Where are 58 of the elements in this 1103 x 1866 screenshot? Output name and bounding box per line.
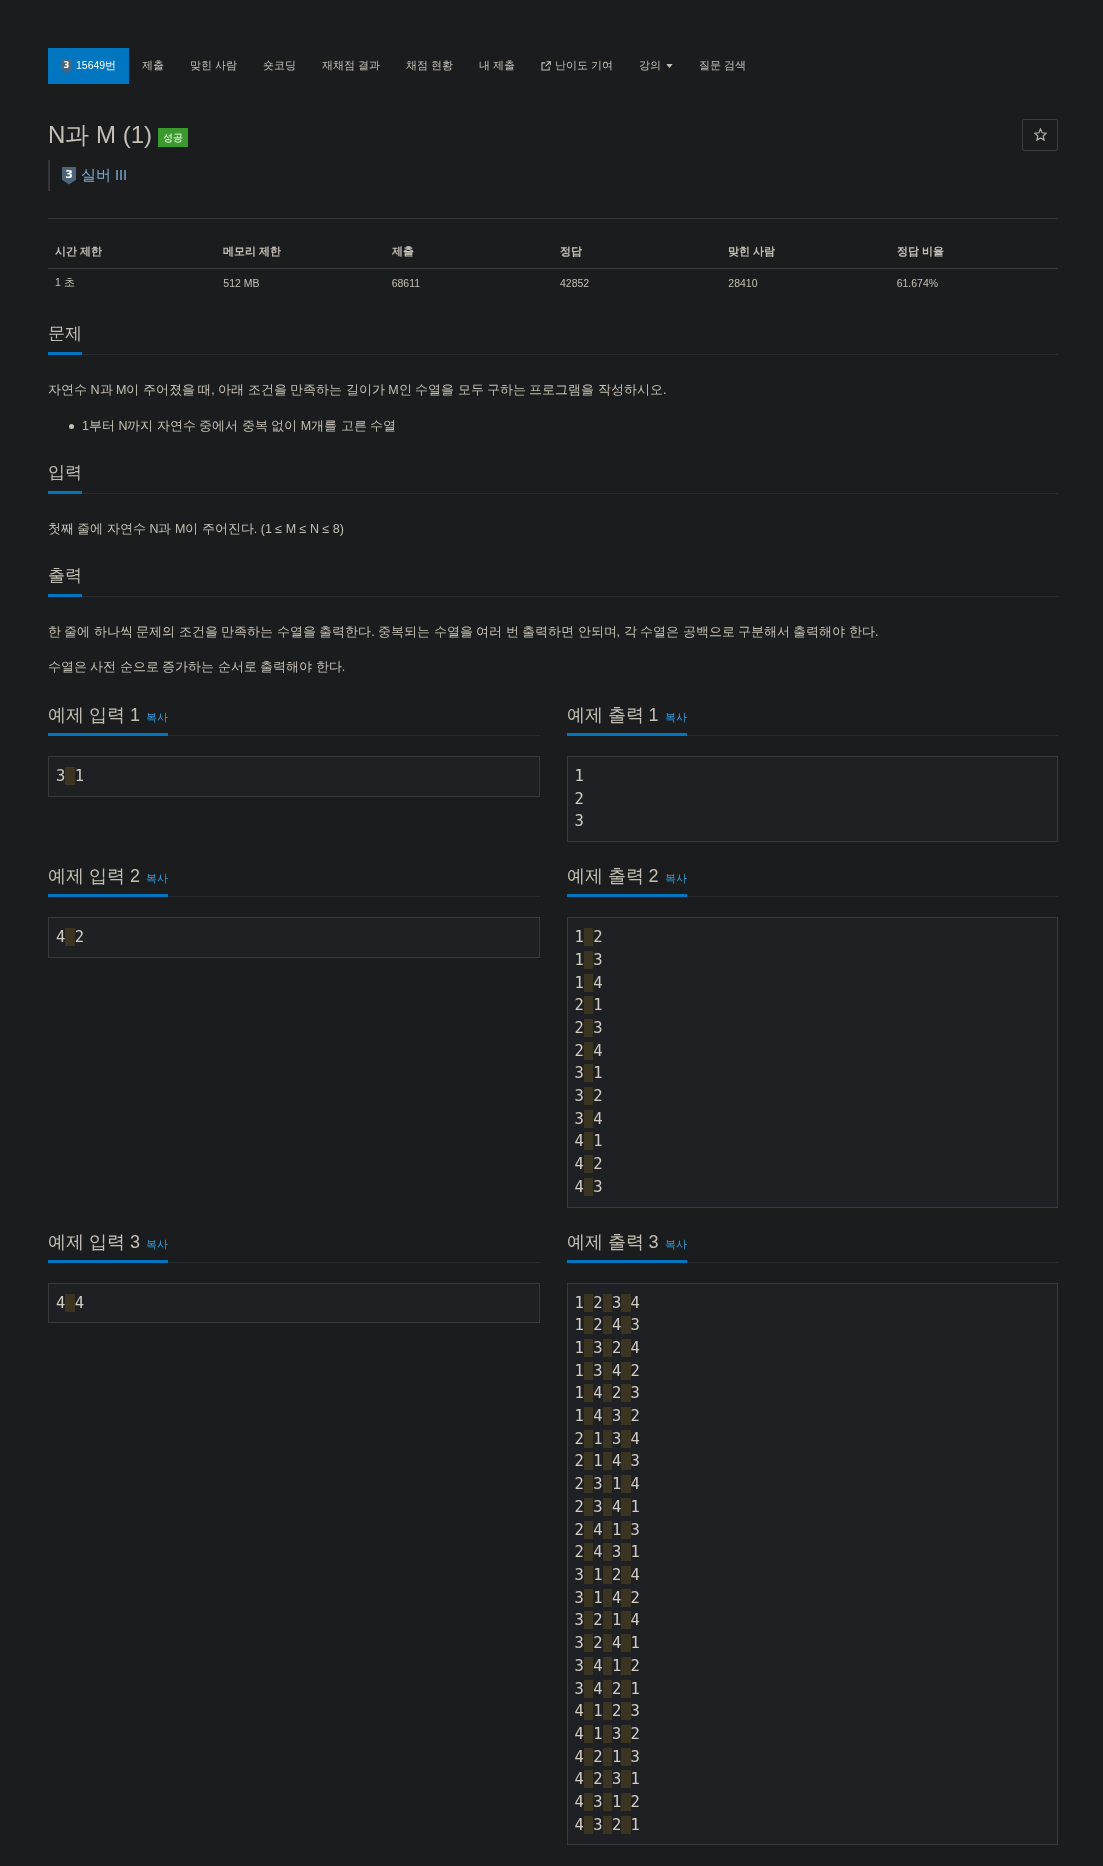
nav-tab[interactable]: 내 제출	[465, 48, 528, 84]
nav-tab[interactable]: 난이도 기여	[527, 48, 626, 84]
sample-output-block: 1 2 1 3 1 4 2 1 2 3 2 4 3 1 3 2 3 4 4 1 4 2 4 3	[566, 917, 1058, 1208]
favorite-button[interactable]	[1022, 118, 1058, 151]
sample-title: 예제 입력 3	[48, 1230, 140, 1254]
section-title: 문제	[48, 320, 82, 355]
nav-tab[interactable]: 3 15649번	[48, 48, 130, 84]
copy-link[interactable]: 복사	[664, 872, 687, 887]
column-header: 메모리 제한	[216, 235, 385, 269]
tier-badge: 3	[62, 166, 76, 185]
section-title: 입력	[48, 459, 82, 494]
problem-text: 한 줄에 하나씩 문제의 조건을 만족하는 수열을 출력한다. 중복되는 수열을 여러 번 출력하면 안되며, 각 수열은 공백으로 구분해서 출력해야 한다.	[48, 624, 880, 641]
problem-title: N과 M (1)	[48, 120, 152, 150]
problem-text: 첫째 줄에 자연수 N과 M이 주어진다. (1 ≤ M ≤ N ≤ 8)	[48, 521, 345, 538]
column-header: 정답	[553, 235, 722, 269]
tier-name[interactable]: 실버 III	[81, 166, 128, 185]
section-title: 출력	[48, 562, 82, 597]
tier-badge: 3	[61, 59, 72, 73]
table-cell: 68611	[384, 268, 553, 298]
table-cell: 42852	[553, 268, 722, 298]
nav-tab[interactable]: 숏코딩	[250, 48, 310, 84]
column-header: 시간 제한	[48, 235, 217, 269]
star-icon	[1033, 128, 1047, 141]
copy-link[interactable]: 복사	[664, 711, 687, 725]
sample-title: 예제 출력 2	[566, 865, 659, 889]
nav-tab[interactable]: 제출	[129, 48, 178, 84]
copy-link[interactable]: 복사	[146, 711, 168, 725]
problem-text: 수열은 사전 순으로 증가하는 순서로 출력해야 한다.	[48, 659, 347, 676]
column-header: 정답 비율	[889, 235, 1058, 269]
result-badge: 성공	[158, 128, 188, 147]
sample-title: 예제 입력 1	[48, 704, 140, 727]
table-cell: 28410	[721, 268, 890, 298]
table-cell: 61.674%	[889, 268, 1058, 298]
nav-tab[interactable]: 채점 현황	[393, 48, 466, 84]
sample-input-block: 4 2	[48, 917, 540, 958]
sample-title: 예제 입력 2	[48, 865, 140, 889]
sample-title: 예제 출력 3	[566, 1230, 659, 1254]
problem-text: 자연수 N과 M이 주어졌을 때, 아래 조건을 만족하는 길이가 M인 수열을 모두 구하는 프로그램을 작성하시오.	[48, 382, 668, 399]
nav-tab[interactable]: 질문 검색	[685, 48, 759, 84]
nav-tab[interactable]: 재채점 결과	[309, 48, 394, 84]
sample-output-block: 1 2 3 4 1 2 4 3 1 3 2 4 1 3 4 2 1 4 2 3 1 4 3 2 2 1 3 4 2 1 4 3 2 3 1 4 2 3 4 1 2 4 1 3 2 4 3 1 3 1 2 4 3 1 4 2 3 2 1 4 3 2 4 1 3 4 1 2 3 4 2 1 4 1 2 3 4 1 3 2 4 2 1 3 4 2 3 1 4 3 1 2 4 3 2 1	[566, 1282, 1058, 1846]
copy-link[interactable]: 복사	[146, 872, 168, 887]
copy-link[interactable]: 복사	[146, 1237, 168, 1252]
nav-tab[interactable]: 맞힌 사람	[177, 48, 251, 84]
bullet-icon	[69, 423, 74, 429]
caret-icon	[665, 64, 673, 68]
sample-input-block: 3 1	[48, 756, 540, 797]
sample-input-block: 4 4	[48, 1282, 540, 1324]
table-cell: 512 MB	[216, 268, 385, 298]
sample-output-block: 1 2 3	[566, 756, 1058, 843]
nav-tab[interactable]: 강의	[625, 48, 686, 84]
column-header: 맞힌 사람	[721, 235, 890, 269]
list-item-text: 1부터 N까지 자연수 중에서 중복 없이 M개를 고른 수열	[82, 418, 397, 435]
external-link-icon	[540, 61, 551, 71]
copy-link[interactable]: 복사	[664, 1237, 687, 1252]
column-header: 제출	[384, 235, 553, 269]
table-cell: 1 초	[48, 268, 217, 298]
sample-title: 예제 출력 1	[566, 704, 659, 727]
